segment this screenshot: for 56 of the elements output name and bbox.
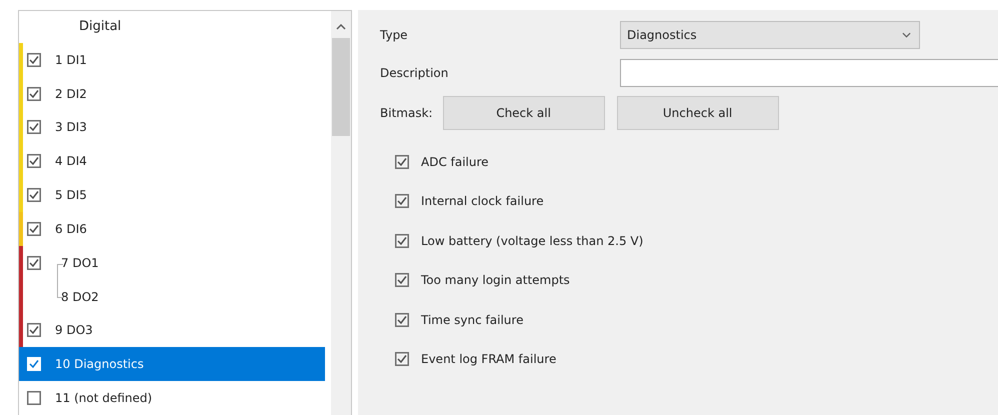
- item-label: 11 (not defined): [55, 391, 152, 406]
- scrollbar[interactable]: [331, 11, 351, 415]
- item-label: 2 DI2: [55, 86, 87, 101]
- action-button[interactable]: Check all: [442, 96, 605, 130]
- checkbox[interactable]: [395, 194, 409, 208]
- item-label: 3 DI3: [55, 120, 87, 134]
- checkbox[interactable]: [27, 391, 41, 406]
- chevron-icon[interactable]: [902, 32, 911, 38]
- option-label: Too many login attempts: [421, 273, 570, 288]
- checkbox[interactable]: [395, 154, 409, 169]
- checkbox[interactable]: [27, 256, 41, 270]
- checkbox[interactable]: [395, 312, 409, 327]
- item-label: 7 DO1: [61, 256, 99, 270]
- checkbox[interactable]: [27, 188, 41, 202]
- type-dropdown[interactable]: Diagnostics: [620, 21, 920, 49]
- list-item[interactable]: 6 DI6: [19, 212, 325, 246]
- field-label: Type: [380, 28, 409, 42]
- option-label: Time sync failure: [421, 312, 524, 327]
- list-item[interactable]: 3 DI3: [19, 110, 325, 144]
- scroll-thumb[interactable]: [332, 38, 350, 136]
- option-label: ADC failure: [421, 154, 489, 169]
- list-item[interactable]: 5 DI5: [19, 178, 325, 212]
- checkbox[interactable]: [27, 323, 41, 338]
- checkbox[interactable]: [395, 273, 409, 288]
- checkbox[interactable]: [395, 352, 409, 366]
- list-item[interactable]: 7 DO1: [19, 246, 325, 280]
- item-label: 8 DO2: [61, 290, 99, 304]
- description-field[interactable]: [620, 59, 998, 87]
- item-label: 9 DO3: [55, 323, 93, 338]
- checkbox[interactable]: [395, 234, 409, 248]
- list-item[interactable]: 4 DI4: [19, 144, 325, 178]
- list-item[interactable]: 10 Diagnostics: [19, 347, 325, 382]
- item-label: 6 DI6: [55, 222, 87, 236]
- field-label: Bitmask:: [380, 106, 433, 120]
- checkbox[interactable]: [27, 120, 41, 134]
- list-item[interactable]: 1 DI1: [19, 42, 325, 77]
- option-label: Event log FRAM failure: [421, 352, 556, 366]
- option-label: Internal clock failure: [421, 194, 544, 208]
- field-label: Description: [380, 66, 450, 80]
- list-item[interactable]: 11 (not defined): [19, 381, 325, 415]
- column-header: Digital: [79, 19, 122, 34]
- scroll-up-icon[interactable]: [336, 24, 346, 30]
- checkbox[interactable]: [27, 86, 41, 101]
- item-label: 10 Diagnostics: [55, 357, 144, 372]
- item-label: 1 DI1: [55, 52, 87, 67]
- list-item[interactable]: 2 DI2: [19, 76, 325, 110]
- action-button[interactable]: Uncheck all: [616, 96, 779, 130]
- option-label: Low battery (voltage less than 2.5 V): [421, 234, 644, 248]
- checkbox[interactable]: [27, 154, 41, 168]
- item-label: 5 DI5: [55, 188, 87, 202]
- list-item[interactable]: 8 DO2: [19, 280, 325, 314]
- checkbox[interactable]: [27, 222, 41, 236]
- bracket-line: [57, 264, 63, 298]
- checkbox[interactable]: [27, 52, 41, 67]
- item-label: 4 DI4: [55, 154, 87, 168]
- list-item[interactable]: 9 DO3: [19, 313, 325, 348]
